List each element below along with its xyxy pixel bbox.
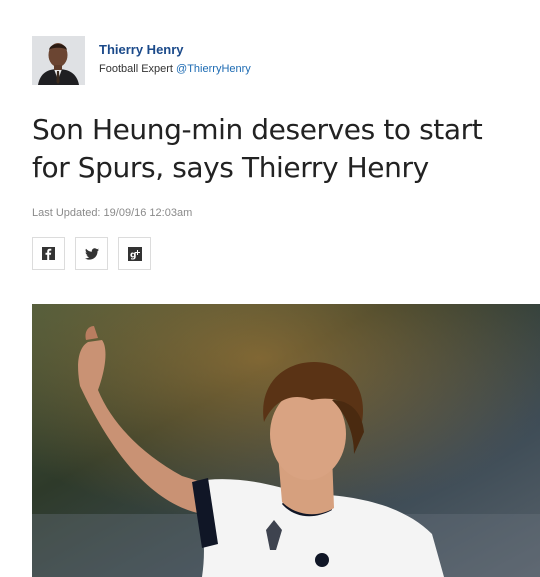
last-updated: Last Updated: 19/09/16 12:03am xyxy=(32,207,193,219)
share-bar: g xyxy=(32,237,151,270)
author-role-line: Football Expert @ThierryHenry xyxy=(99,62,251,76)
twitter-icon xyxy=(84,247,99,260)
author-role: Football Expert xyxy=(99,63,173,75)
author-block: Thierry Henry Football Expert @ThierryHe… xyxy=(32,36,251,85)
article-headline: Son Heung-min deserves to start for Spur… xyxy=(32,113,483,184)
facebook-icon xyxy=(42,247,55,260)
google-plus-icon: g xyxy=(127,246,142,261)
article-hero-image xyxy=(32,304,540,577)
share-google-plus-button[interactable]: g xyxy=(118,237,151,270)
author-avatar[interactable] xyxy=(32,36,85,85)
author-name[interactable]: Thierry Henry xyxy=(99,42,251,58)
share-twitter-button[interactable] xyxy=(75,237,108,270)
author-twitter-handle[interactable]: @ThierryHenry xyxy=(176,63,251,75)
share-facebook-button[interactable] xyxy=(32,237,65,270)
